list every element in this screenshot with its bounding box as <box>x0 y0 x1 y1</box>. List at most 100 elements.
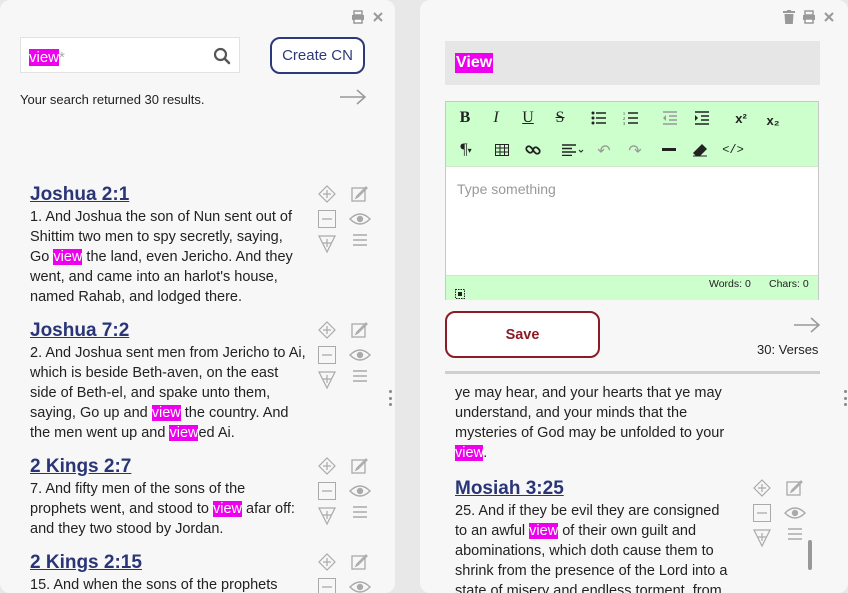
superscript-button[interactable]: x² <box>729 106 753 130</box>
svg-text:3: 3 <box>623 121 625 125</box>
word-count: Words: 0 <box>709 278 751 290</box>
verse-text-partial: ye may hear, and your hearts that ye may… <box>455 385 725 461</box>
create-cn-button[interactable]: Create CN <box>270 37 365 74</box>
italic-button[interactable]: I <box>484 106 508 130</box>
verse-title[interactable]: Joshua 7:2 <box>30 320 308 342</box>
link-button[interactable] <box>521 138 545 162</box>
save-button[interactable]: Save <box>445 311 600 358</box>
note-title-field[interactable]: View <box>445 41 820 85</box>
thumbs-down-icon[interactable] <box>752 528 772 548</box>
search-value: view* <box>29 49 65 66</box>
menu-icon[interactable] <box>353 370 367 382</box>
minus-icon[interactable] <box>318 578 336 593</box>
edit-icon[interactable] <box>351 321 368 338</box>
left-resize-handle[interactable] <box>388 390 392 406</box>
verse-text: 2. And Joshua sent men from Jericho to A… <box>30 345 306 441</box>
thumbs-up-icon[interactable] <box>317 456 337 476</box>
thumbs-up-icon[interactable] <box>317 552 337 572</box>
eye-icon[interactable] <box>349 580 371 593</box>
verse-text: 7. And fifty men of the sons of the prop… <box>30 481 295 537</box>
underline-button[interactable]: U <box>516 106 540 130</box>
edit-icon[interactable] <box>786 479 803 496</box>
thumbs-up-icon[interactable] <box>317 320 337 340</box>
eye-icon[interactable] <box>349 484 371 498</box>
table-button[interactable] <box>490 138 514 162</box>
print-icon[interactable] <box>802 10 816 24</box>
note-title: View <box>455 53 494 73</box>
verse-actions <box>317 184 371 254</box>
align-button[interactable] <box>557 138 589 162</box>
indent-button[interactable] <box>690 106 714 130</box>
thumbs-down-icon[interactable] <box>317 234 337 254</box>
verse-text: 25. And if they be evil they are consign… <box>455 503 728 593</box>
verse-item: Joshua 2:1 1. And Joshua the son of Nun … <box>30 184 305 307</box>
clear-format-button[interactable] <box>688 138 712 162</box>
bullet-list-button[interactable] <box>587 106 611 130</box>
verse-item: Mosiah 3:25 25. And if they be evil they… <box>455 478 735 593</box>
subscript-button[interactable]: x₂ <box>761 108 785 132</box>
redo-button[interactable]: ↷ <box>623 138 647 162</box>
trash-icon[interactable] <box>783 10 795 24</box>
right-resize-handle[interactable] <box>843 390 847 406</box>
minus-icon[interactable] <box>318 346 336 364</box>
edit-icon[interactable] <box>351 457 368 474</box>
code-view-button[interactable]: </> <box>721 138 745 162</box>
bold-button[interactable]: B <box>453 106 477 130</box>
horizontal-rule-button[interactable] <box>657 138 681 162</box>
thumbs-up-icon[interactable] <box>317 184 337 204</box>
edit-icon[interactable] <box>351 185 368 202</box>
paragraph-format-button[interactable]: ¶ ▾ <box>451 138 481 162</box>
verse-title[interactable]: 2 Kings 2:7 <box>30 456 305 478</box>
thumbs-up-icon[interactable] <box>752 478 772 498</box>
strikethrough-button[interactable]: S <box>548 106 572 130</box>
verse-title[interactable]: 2 Kings 2:15 <box>30 552 305 574</box>
eye-icon[interactable] <box>349 348 371 362</box>
arrow-right-icon[interactable] <box>339 88 367 106</box>
outdent-button[interactable] <box>658 106 682 130</box>
close-icon[interactable] <box>823 11 835 23</box>
menu-icon[interactable] <box>788 528 802 540</box>
verse-title[interactable]: Joshua 2:1 <box>30 184 305 206</box>
verse-item: 2 Kings 2:7 7. And fifty men of the sons… <box>30 456 305 539</box>
minus-icon[interactable] <box>318 482 336 500</box>
eye-icon[interactable] <box>784 506 806 520</box>
verse-item: Joshua 7:2 2. And Joshua sent men from J… <box>30 320 308 443</box>
verse-text: 15. And when the sons of the prophets <box>30 577 278 593</box>
search-wildcard: * <box>59 49 65 66</box>
undo-button[interactable]: ↶ <box>592 138 616 162</box>
rich-text-editor: B I U S 123 x² x₂ ¶ ▾ ↶ ↷ </> Type someth… <box>445 101 819 300</box>
edit-icon[interactable] <box>351 553 368 570</box>
print-icon[interactable] <box>351 10 365 24</box>
eye-icon[interactable] <box>349 212 371 226</box>
numbered-list-button[interactable]: 123 <box>619 106 643 130</box>
thumbs-down-icon[interactable] <box>317 370 337 390</box>
char-count: Chars: 0 <box>769 278 809 290</box>
search-icon[interactable] <box>213 47 231 65</box>
search-hit: view <box>29 49 60 66</box>
thumbs-down-icon[interactable] <box>317 506 337 526</box>
resize-icon[interactable] <box>455 289 465 299</box>
minus-icon[interactable] <box>753 504 771 522</box>
verse-title[interactable]: Mosiah 3:25 <box>455 478 735 500</box>
outdent-icon <box>663 111 677 125</box>
search-input[interactable]: view* <box>20 37 240 73</box>
align-left-icon <box>562 144 584 156</box>
verse-actions <box>317 320 371 390</box>
link-icon <box>525 145 541 155</box>
menu-icon[interactable] <box>353 506 367 518</box>
search-result-count: Your search returned 30 results. <box>20 92 205 107</box>
arrow-right-icon[interactable] <box>793 316 821 334</box>
scrollbar-thumb[interactable] <box>808 540 812 570</box>
numbered-list-icon: 123 <box>623 111 638 125</box>
verse-item: 2 Kings 2:15 15. And when the sons of th… <box>30 552 305 593</box>
editor-content[interactable]: Type something <box>457 181 556 197</box>
search-panel: view* Create CN Your search returned 30 … <box>0 0 395 593</box>
verse-text: 1. And Joshua the son of Nun sent out of… <box>30 209 293 305</box>
menu-icon[interactable] <box>353 234 367 246</box>
panel-toolbar <box>351 10 384 24</box>
verse-actions <box>317 552 371 593</box>
close-icon[interactable] <box>372 11 384 23</box>
verse-actions <box>317 456 371 526</box>
section-divider <box>445 371 820 374</box>
minus-icon[interactable] <box>318 210 336 228</box>
